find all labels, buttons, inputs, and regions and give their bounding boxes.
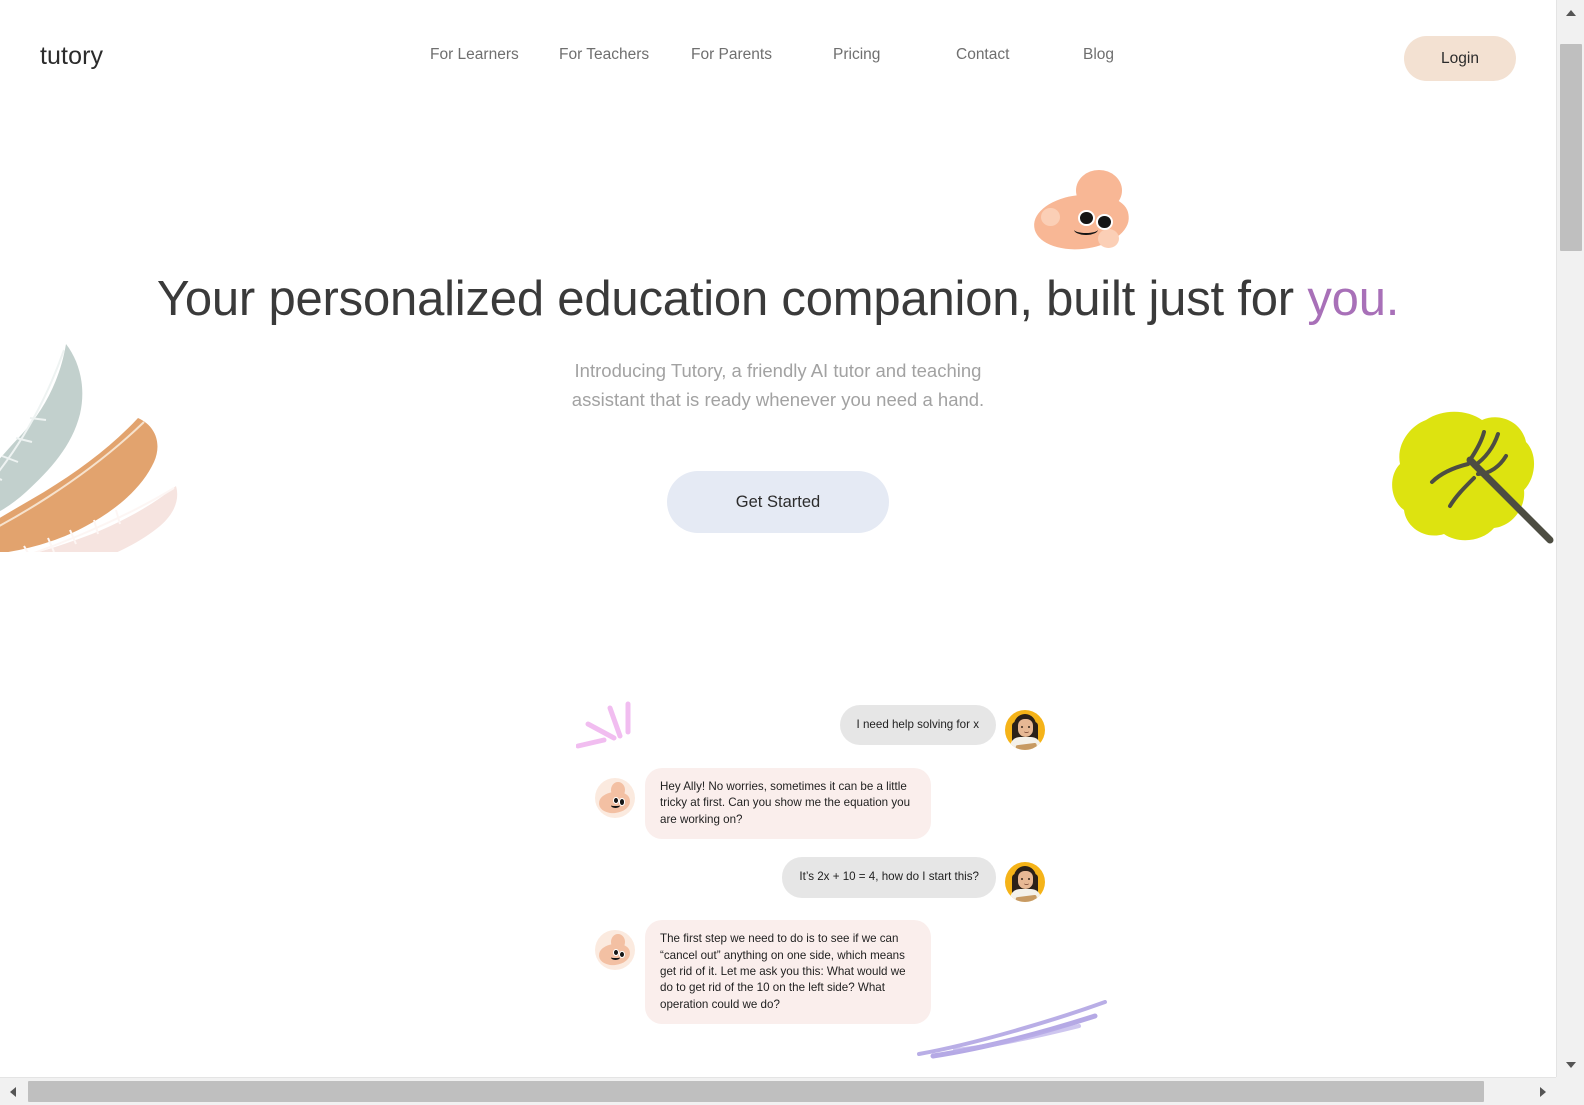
- mascot-smile-icon: [611, 803, 620, 808]
- chat-bubble: Hey Ally! No worries, sometimes it can b…: [645, 768, 931, 840]
- bot-avatar: [595, 930, 635, 971]
- nav-item-pricing[interactable]: Pricing: [833, 46, 956, 64]
- avatar-eye-left: [1021, 726, 1023, 728]
- nav-item-contact[interactable]: Contact: [956, 46, 1083, 64]
- browser-viewport: tutory For Learners For Teachers For Par…: [0, 0, 1584, 1105]
- chat-bubble: It’s 2x + 10 = 4, how do I start this?: [782, 857, 996, 898]
- mascot-face: [1030, 168, 1140, 258]
- mascot-highlight-1: [1041, 207, 1060, 226]
- hero-subtitle: Introducing Tutory, a friendly AI tutor …: [571, 360, 985, 410]
- avatar-eye-right: [1028, 726, 1030, 728]
- mascot-face: [595, 930, 635, 970]
- horizontal-scrollbar[interactable]: [0, 1077, 1584, 1105]
- mascot-eye-right-icon: [619, 798, 625, 806]
- mascot-blob-decoration: [1030, 168, 1140, 258]
- primary-navigation: For Learners For Teachers For Parents Pr…: [430, 46, 1150, 64]
- hero-title-main: Your personalized education companion, b…: [156, 272, 1308, 326]
- chat-bubble: The first step we need to do is to see i…: [645, 920, 931, 1025]
- get-started-button[interactable]: Get Started: [667, 471, 889, 533]
- chat-message-user: I need help solving for x: [595, 705, 1045, 750]
- horizontal-scrollbar-thumb[interactable]: [28, 1081, 1484, 1102]
- mascot-smile-icon: [1074, 225, 1099, 236]
- mascot-head-bump: [1076, 169, 1123, 212]
- mascot-head-bump: [611, 934, 625, 951]
- mascot-highlight-2: [1098, 229, 1120, 249]
- brand-logo[interactable]: tutory: [40, 42, 103, 71]
- nav-item-for-parents[interactable]: For Parents: [691, 46, 833, 64]
- chat-message-bot: The first step we need to do is to see i…: [595, 920, 1045, 1025]
- page-title: Your personalized education companion, b…: [0, 270, 1556, 329]
- bot-avatar: [595, 778, 635, 818]
- nav-item-blog[interactable]: Blog: [1083, 46, 1143, 64]
- mascot-eye-right-icon: [1096, 213, 1113, 231]
- chat-message-bot: Hey Ally! No worries, sometimes it can b…: [595, 768, 1045, 840]
- site-header: tutory For Learners For Teachers For Par…: [0, 0, 1556, 116]
- scroll-up-arrow-icon[interactable]: [1557, 0, 1584, 25]
- hero-section: Your personalized education companion, b…: [0, 270, 1556, 533]
- vertical-scrollbar-thumb[interactable]: [1560, 44, 1582, 251]
- scroll-right-arrow-icon[interactable]: [1530, 1078, 1556, 1105]
- avatar-book-icon: [1015, 894, 1038, 903]
- mascot-face: [595, 778, 635, 818]
- avatar-eye-right: [1028, 878, 1030, 880]
- avatar-face: [1018, 719, 1033, 737]
- avatar-eye-left: [1021, 878, 1023, 880]
- webpage-content: tutory For Learners For Teachers For Par…: [0, 0, 1556, 1077]
- avatar-face: [1018, 871, 1033, 890]
- mascot-eye-left-icon: [1078, 210, 1095, 227]
- avatar-book-icon: [1015, 742, 1038, 750]
- mascot-eye-right-icon: [619, 950, 625, 958]
- avatar: [1005, 710, 1045, 750]
- login-button[interactable]: Login: [1404, 36, 1516, 81]
- vertical-scrollbar[interactable]: [1556, 0, 1584, 1077]
- chat-message-user: It’s 2x + 10 = 4, how do I start this?: [595, 857, 1045, 903]
- mascot-head-bump: [611, 782, 625, 798]
- hero-title-accent: you.: [1307, 272, 1400, 326]
- chat-preview: I need help solving for x Hey Ally! No w…: [595, 705, 1045, 1042]
- chat-bubble: I need help solving for x: [839, 705, 996, 746]
- mascot-body: [1031, 190, 1132, 254]
- scrollbar-corner: [1556, 1077, 1584, 1105]
- scroll-down-arrow-icon[interactable]: [1557, 1052, 1584, 1077]
- avatar: [1005, 862, 1045, 903]
- nav-item-for-teachers[interactable]: For Teachers: [559, 46, 691, 64]
- scroll-left-arrow-icon[interactable]: [0, 1078, 26, 1105]
- nav-item-for-learners[interactable]: For Learners: [430, 46, 559, 64]
